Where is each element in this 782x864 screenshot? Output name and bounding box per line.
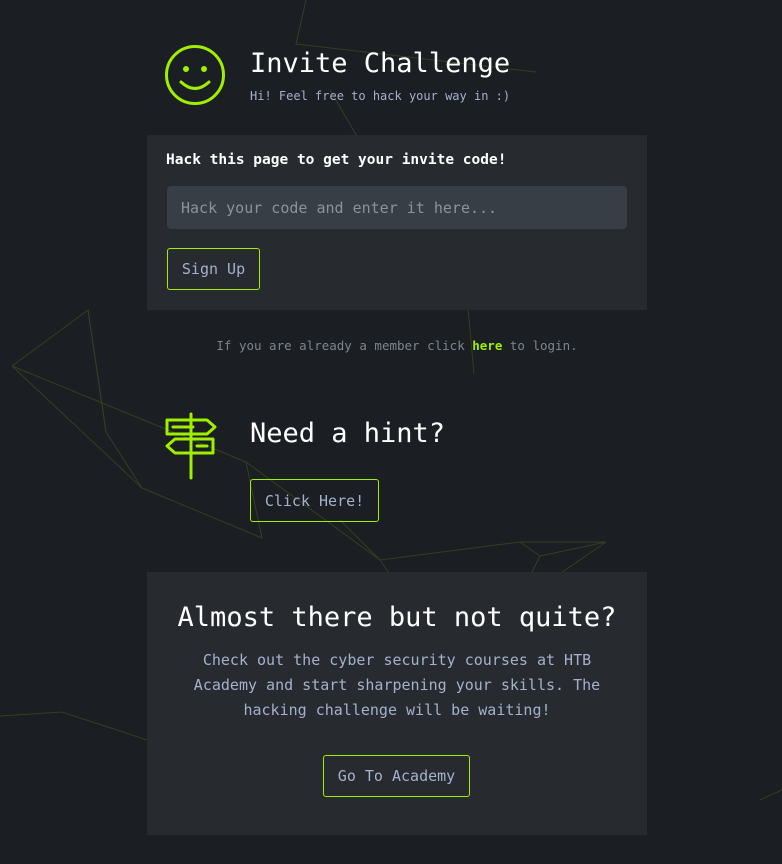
login-suffix: to login.	[502, 338, 578, 353]
page-subtitle: Hi! Feel free to hack your way in :)	[250, 89, 511, 103]
invite-code-input[interactable]	[167, 186, 627, 229]
header: Invite Challenge Hi! Feel free to hack y…	[164, 44, 644, 106]
academy-description: Check out the cyber security courses at …	[193, 651, 601, 719]
hint-title: Need a hint?	[250, 418, 446, 449]
invite-form-heading: Hack this page to get your invite code!	[166, 152, 507, 168]
signpost-icon	[165, 412, 217, 480]
academy-card: Almost there but not quite? Check out th…	[147, 572, 647, 835]
go-to-academy-button[interactable]: Go To Academy	[323, 755, 470, 797]
login-link[interactable]: here	[472, 338, 502, 353]
login-prompt: If you are already a member click here t…	[147, 338, 647, 353]
academy-title: Almost there but not quite?	[177, 602, 617, 633]
login-prefix: If you are already a member click	[216, 338, 473, 353]
page-title: Invite Challenge	[250, 48, 511, 79]
hint-button[interactable]: Click Here!	[250, 479, 379, 522]
signup-button[interactable]: Sign Up	[167, 248, 260, 290]
invite-form-card: Hack this page to get your invite code! …	[147, 135, 647, 310]
smiley-icon	[165, 45, 225, 105]
